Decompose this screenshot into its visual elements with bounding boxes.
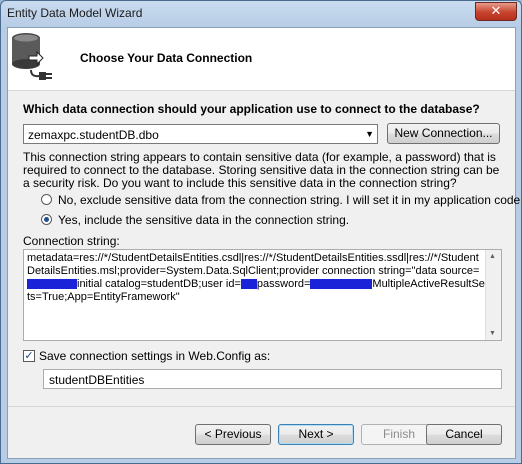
data-connection-select[interactable]: zemaxpc.studentDB.dbo ▼ <box>23 124 378 144</box>
connection-question: Which data connection should your applic… <box>23 102 480 116</box>
scroll-down-arrow-icon[interactable]: ▼ <box>489 330 496 337</box>
database-plug-icon <box>12 33 52 80</box>
redaction-bar <box>310 279 373 290</box>
connection-string-part2: initial catalog=studentDB;user id= <box>77 278 241 290</box>
include-sensitive-label: Yes, include the sensitive data in the c… <box>58 213 350 227</box>
connection-string-label: Connection string: <box>23 234 120 248</box>
footer-divider <box>8 406 515 407</box>
redaction-bar <box>240 279 257 290</box>
entity-name-input[interactable]: studentDBEntities <box>43 369 502 389</box>
wizard-header: Choose Your Data Connection <box>8 28 515 91</box>
close-icon: ✕ <box>490 3 502 18</box>
cancel-button[interactable]: Cancel <box>426 424 502 445</box>
wizard-window: Entity Data Model Wizard ✕ Choose Your D… <box>0 0 522 464</box>
scroll-up-arrow-icon[interactable]: ▲ <box>489 253 496 260</box>
exclude-sensitive-radio[interactable] <box>41 194 52 205</box>
data-connection-value: zemaxpc.studentDB.dbo <box>28 128 159 142</box>
include-sensitive-radio[interactable] <box>41 214 52 225</box>
save-settings-label: Save connection settings in Web.Config a… <box>39 349 271 363</box>
save-settings-checkbox[interactable]: ✓ <box>23 350 35 362</box>
connection-string-text: metadata=res://*/StudentDetailsEntities.… <box>27 252 485 304</box>
title-bar[interactable]: Entity Data Model Wizard ✕ <box>1 1 521 27</box>
new-connection-button[interactable]: New Connection... <box>387 123 500 144</box>
connection-string-box[interactable]: metadata=res://*/StudentDetailsEntities.… <box>23 249 502 341</box>
connection-string-part1: metadata=res://*/StudentDetailsEntities.… <box>27 252 480 277</box>
previous-button[interactable]: < Previous <box>195 424 271 445</box>
connection-string-part3: password= <box>256 278 311 290</box>
close-button[interactable]: ✕ <box>475 2 517 21</box>
exclude-sensitive-label: No, exclude sensitive data from the conn… <box>58 193 522 207</box>
wizard-client-area: Choose Your Data Connection Which data c… <box>7 27 521 459</box>
entity-name-value: studentDBEntities <box>49 373 145 387</box>
sensitive-data-info: This connection string appears to contai… <box>23 150 500 190</box>
next-button[interactable]: Next > <box>278 424 354 445</box>
window-title: Entity Data Model Wizard <box>7 6 143 20</box>
redaction-bar <box>27 279 77 290</box>
page-title: Choose Your Data Connection <box>80 51 253 65</box>
connection-string-scrollbar[interactable]: ▲ ▼ <box>485 250 501 340</box>
chevron-down-icon: ▼ <box>365 129 374 139</box>
